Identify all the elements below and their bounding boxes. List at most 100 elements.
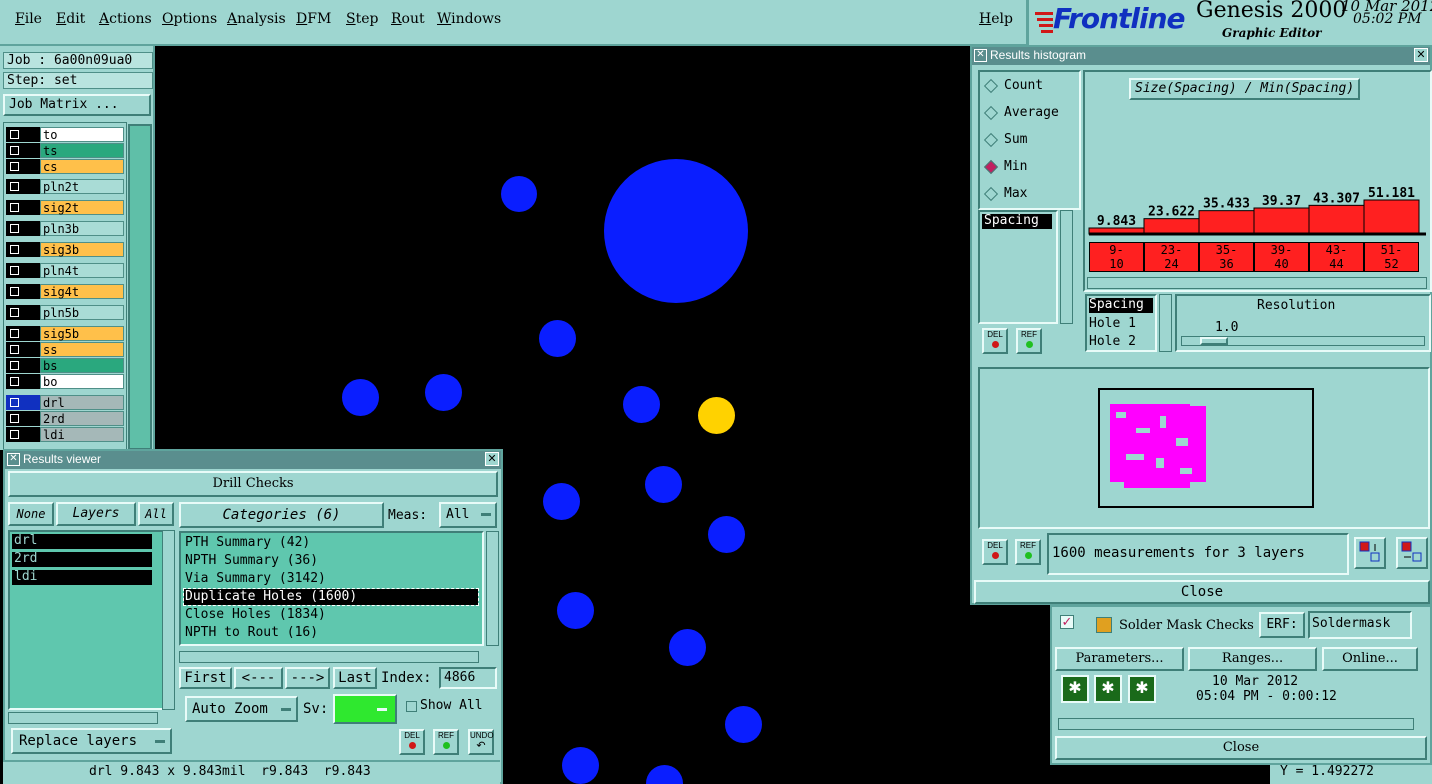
drill-hole[interactable] [604,159,748,303]
list-item[interactable]: Spacing [982,214,1052,229]
layer-toggle-checkbox[interactable] [6,159,40,174]
layer-toggle-checkbox[interactable] [6,395,40,410]
layer-toggle-checkbox[interactable] [6,427,40,442]
layer-toggle-checkbox[interactable] [6,305,40,320]
layer-name[interactable]: sig4t [40,284,124,299]
layer-toggle-checkbox[interactable] [6,179,40,194]
resolution-slider-thumb[interactable] [1200,337,1228,345]
meas-dropdown[interactable]: All [439,502,497,528]
layer-name[interactable]: sig5b [40,326,124,341]
layer-results-hscrollbar[interactable] [8,712,158,724]
auto-zoom-dropdown[interactable]: Auto Zoom [185,696,298,722]
category-item[interactable]: NPTH to Rout (16) [184,625,478,641]
layer-row[interactable]: sig2t [6,200,124,215]
drill-hole[interactable] [543,483,580,520]
drill-hole[interactable] [708,516,745,553]
layer-row[interactable]: sig5b [6,326,124,341]
drill-hole[interactable] [562,747,599,784]
layer-name[interactable]: bs [40,358,124,373]
solder-mask-close-button[interactable]: Close [1055,736,1427,760]
layer-name[interactable]: drl [40,395,124,410]
reference-button[interactable]: REF [1016,328,1042,354]
layer-name[interactable]: ldi [40,427,124,442]
sv-color-dropdown[interactable] [333,694,397,724]
solder-mask-hscrollbar[interactable] [1058,718,1414,730]
measure-field-scrollbar[interactable] [1159,294,1172,352]
drill-hole[interactable] [646,765,683,784]
previous-button[interactable]: <--- [234,667,283,689]
first-button[interactable]: First [179,667,232,689]
category-item[interactable]: PTH Summary (42) [184,535,478,551]
histogram-close-button[interactable]: Close [974,580,1430,604]
field-list-scrollbar[interactable] [1060,210,1073,324]
layer-toggle-checkbox[interactable] [6,284,40,299]
layer-toggle-checkbox[interactable] [6,411,40,426]
layer-name[interactable]: pln5b [40,305,124,320]
layer-row[interactable]: pln5b [6,305,124,320]
run-all-icon[interactable]: ✱ [1128,675,1156,703]
categories-button[interactable]: Categories (6) [179,502,384,528]
list-item[interactable]: Hole 1 [1089,316,1136,331]
layer-row[interactable]: ldi [6,427,124,442]
drill-checks-header[interactable]: Drill Checks [8,471,498,497]
menu-help[interactable]: Help [979,11,1013,27]
job-matrix-button[interactable]: Job Matrix ... [3,94,151,116]
drill-hole[interactable] [669,629,706,666]
layer-name[interactable]: pln3b [40,221,124,236]
layer-toggle-checkbox[interactable] [6,374,40,389]
show-all-checkbox[interactable] [406,701,417,712]
menu-edit[interactable]: Edit [56,11,85,27]
last-button[interactable]: Last [333,667,377,689]
replace-layers-dropdown[interactable]: Replace layers [11,728,172,754]
layer-row[interactable]: pln2t [6,179,124,194]
layer-name[interactable]: sig3b [40,242,124,257]
list-item[interactable]: ldi [12,570,152,585]
window-menu-icon[interactable]: ✕ [974,49,987,62]
layer-toggle-checkbox[interactable] [6,127,40,142]
window-menu-icon[interactable]: ✕ [7,453,20,466]
layers-button[interactable]: Layers [56,502,136,526]
layer-name[interactable]: pln2t [40,179,124,194]
range-label[interactable]: 9- 10 [1089,242,1144,272]
menu-step[interactable]: Step [346,11,378,27]
layer-row[interactable]: drl [6,395,124,410]
erf-input[interactable]: Soldermask [1308,611,1412,639]
drill-hole[interactable] [645,466,682,503]
range-label[interactable]: 43- 44 [1309,242,1364,272]
layer-toggle-checkbox[interactable] [6,221,40,236]
histogram-bar[interactable] [1363,199,1420,235]
list-item[interactable]: 2rd [12,552,152,567]
menu-windows[interactable]: Windows [437,11,501,27]
list-item[interactable]: drl [12,534,152,549]
menu-options[interactable]: Options [162,11,217,27]
menu-analysis[interactable]: Analysis [227,11,286,27]
close-icon[interactable]: ✕ [485,452,499,466]
category-item[interactable]: Duplicate Holes (1600) [183,588,479,606]
drill-hole[interactable] [725,706,762,743]
layer-name[interactable]: pln4t [40,263,124,278]
layer-row[interactable]: bs [6,358,124,373]
board-preview[interactable] [978,367,1430,529]
layer-row[interactable]: 2rd [6,411,124,426]
aggregate-option-max[interactable]: Max [983,186,1027,201]
drill-hole[interactable] [342,379,379,416]
category-item[interactable]: NPTH Summary (36) [184,553,478,569]
none-button[interactable]: None [8,502,54,526]
next-button[interactable]: ---> [285,667,330,689]
drill-hole[interactable] [623,386,660,423]
layer-name[interactable]: 2rd [40,411,124,426]
list-item[interactable]: Hole 2 [1089,334,1136,349]
category-hscrollbar[interactable] [179,651,479,663]
histogram-bar[interactable] [1143,218,1200,235]
reference-button[interactable]: REF [433,729,459,755]
layer-list-scrollbar[interactable] [128,124,152,450]
export-down-icon[interactable] [1354,537,1386,569]
layer-row[interactable]: sig3b [6,242,124,257]
layer-toggle-checkbox[interactable] [6,358,40,373]
drill-hole[interactable] [501,176,537,212]
layer-toggle-checkbox[interactable] [6,143,40,158]
drill-hole[interactable] [539,320,576,357]
checkmark-icon[interactable]: ✓ [1060,615,1074,629]
layer-name[interactable]: to [40,127,124,142]
layer-row[interactable]: bo [6,374,124,389]
